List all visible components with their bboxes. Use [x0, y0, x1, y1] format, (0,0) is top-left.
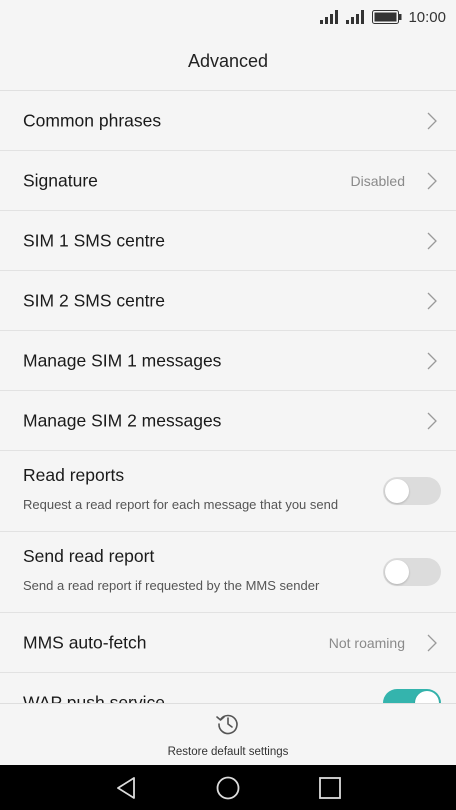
setting-read-reports[interactable]: Read reports Request a read report for e…: [0, 451, 456, 532]
setting-sim1-sms-centre[interactable]: SIM 1 SMS centre: [0, 211, 456, 271]
setting-label: MMS auto-fetch: [23, 632, 147, 652]
status-bar: 10:00: [0, 0, 456, 32]
setting-mms-auto-fetch[interactable]: MMS auto-fetch Not roaming: [0, 613, 456, 673]
chevron-right-icon: [427, 634, 437, 651]
setting-label: WAP push service: [23, 692, 165, 703]
setting-label: Signature: [23, 170, 98, 190]
chevron-right-icon: [427, 172, 437, 189]
toggle-knob: [385, 560, 409, 584]
toggle-knob: [415, 690, 439, 703]
settings-list[interactable]: Common phrases Signature Disabled SIM 1 …: [0, 91, 456, 703]
recent-apps-icon[interactable]: [317, 775, 343, 801]
setting-sim2-sms-centre[interactable]: SIM 2 SMS centre: [0, 271, 456, 331]
setting-label: Read reports: [23, 465, 125, 485]
setting-description: Request a read report for each message t…: [23, 497, 339, 512]
setting-label: Manage SIM 1 messages: [23, 350, 222, 370]
back-icon[interactable]: [114, 775, 140, 801]
setting-wap-push-service[interactable]: WAP push service: [0, 673, 456, 703]
setting-description: Send a read report if requested by the M…: [23, 578, 320, 593]
chevron-right-icon: [427, 352, 437, 369]
setting-label: SIM 1 SMS centre: [23, 230, 165, 250]
chevron-right-icon: [427, 232, 437, 249]
sim2-signal-icon: [346, 10, 365, 24]
home-icon[interactable]: [215, 775, 241, 801]
sim1-signal-icon: [320, 10, 339, 24]
page-header: Advanced: [0, 32, 456, 91]
status-icons: 10:00: [320, 8, 446, 26]
send-read-report-toggle[interactable]: [383, 558, 441, 586]
toggle-knob: [385, 479, 409, 503]
navigation-bar: [0, 765, 456, 810]
read-reports-toggle[interactable]: [383, 477, 441, 505]
setting-common-phrases[interactable]: Common phrases: [0, 91, 456, 151]
status-time: 10:00: [408, 8, 446, 26]
chevron-right-icon: [427, 112, 437, 129]
restore-defaults-label: Restore default settings: [167, 746, 289, 758]
setting-send-read-report[interactable]: Send read report Send a read report if r…: [0, 532, 456, 613]
setting-signature[interactable]: Signature Disabled: [0, 151, 456, 211]
setting-manage-sim1-messages[interactable]: Manage SIM 1 messages: [0, 331, 456, 391]
setting-value: Disabled: [350, 172, 405, 189]
setting-label: Common phrases: [23, 110, 162, 130]
restore-defaults-button[interactable]: Restore default settings: [0, 703, 456, 766]
restore-history-icon: [216, 714, 238, 735]
setting-value: Not roaming: [328, 634, 405, 651]
chevron-right-icon: [427, 412, 437, 429]
setting-label: Send read report: [23, 546, 155, 566]
setting-manage-sim2-messages[interactable]: Manage SIM 2 messages: [0, 391, 456, 451]
battery-icon: [372, 10, 402, 24]
setting-label: Manage SIM 2 messages: [23, 410, 222, 430]
chevron-right-icon: [427, 292, 437, 309]
wap-push-toggle[interactable]: [383, 688, 441, 703]
setting-label: SIM 2 SMS centre: [23, 290, 165, 310]
page-title: Advanced: [187, 50, 269, 71]
